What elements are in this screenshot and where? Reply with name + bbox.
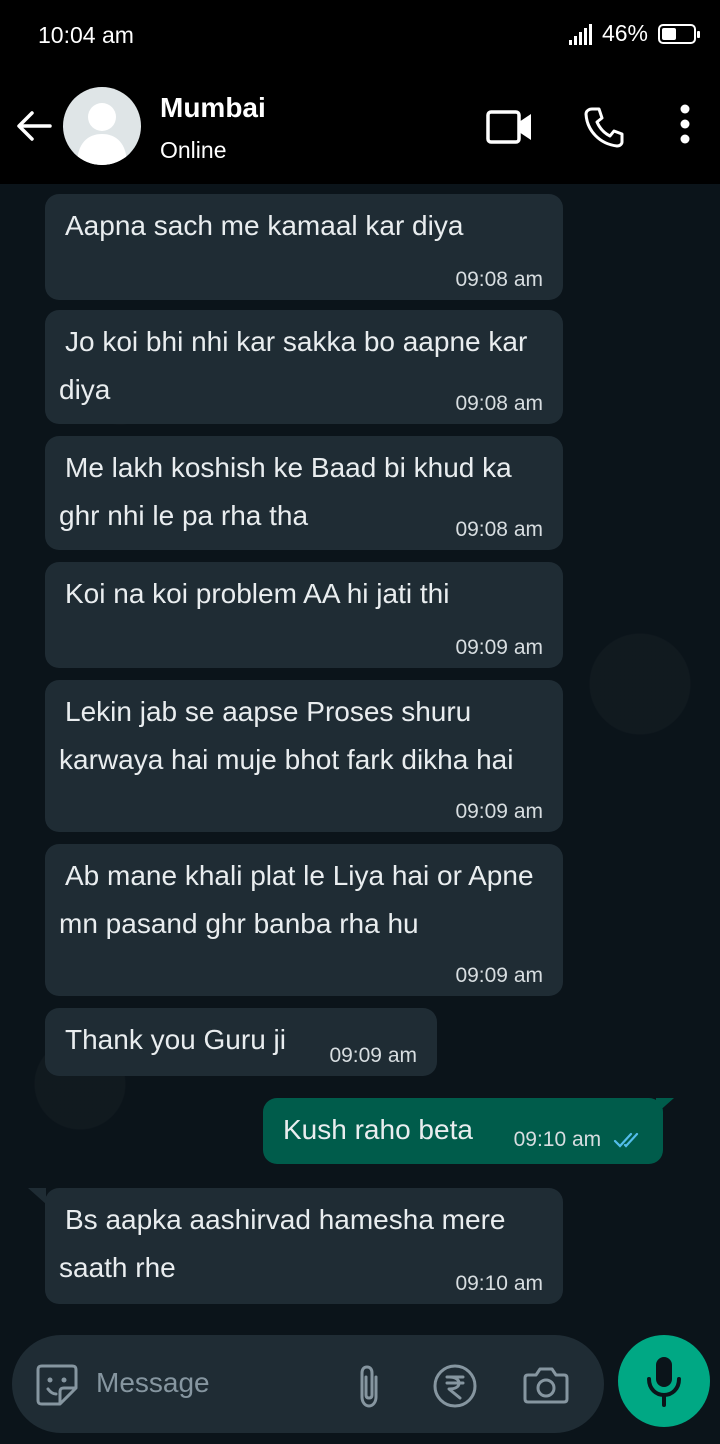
rupee-payment-icon[interactable] [432, 1363, 478, 1409]
message-time: 09:10 am [455, 1272, 543, 1295]
bubble-tail [28, 1188, 46, 1204]
message-text: Aapna sach me kamaal kar diya [65, 210, 464, 241]
message-bubble[interactable]: Jo koi bhi nhi kar sakka bo aapne kar di… [45, 310, 563, 424]
status-time: 10:04 am [38, 22, 134, 48]
sticker-icon[interactable] [34, 1362, 80, 1408]
message-time: 09:08 am [455, 518, 543, 541]
message-text: Ab mane khali plat le Liya hai or Apne m… [59, 860, 534, 939]
battery-percent: 46% [601, 20, 648, 46]
message-bubble[interactable]: Me lakh koshish ke Baad bi khud ka ghr n… [45, 436, 563, 550]
video-call-icon[interactable] [485, 108, 535, 146]
message-bubble[interactable]: Bs aapka aashirvad hamesha mere saath rh… [45, 1188, 563, 1304]
status-indicators: 46% [568, 20, 700, 47]
read-ticks-icon [613, 1133, 639, 1149]
message-time: 09:10 am [513, 1128, 602, 1151]
contact-status: Online [160, 137, 227, 163]
message-input[interactable]: Message [96, 1367, 210, 1399]
more-options-icon[interactable] [676, 102, 694, 146]
mic-icon [647, 1357, 681, 1407]
attach-icon[interactable] [354, 1363, 384, 1409]
message-time: 09:08 am [455, 268, 543, 291]
message-text: Koi na koi problem AA hi jati thi [65, 578, 450, 609]
back-arrow-icon[interactable] [14, 108, 54, 144]
message-bubble-outgoing[interactable]: Kush raho beta 09:10 am [263, 1098, 663, 1164]
signal-icon [568, 23, 592, 45]
message-text: Lekin jab se aapse Proses shuru karwaya … [59, 696, 514, 775]
message-time: 09:08 am [455, 392, 543, 415]
message-bubble[interactable]: Ab mane khali plat le Liya hai or Apne m… [45, 844, 563, 996]
message-composer[interactable]: Message [12, 1335, 604, 1433]
chat-area[interactable]: Aapna sach me kamaal kar diya 09:08 am J… [0, 184, 720, 1444]
message-bubble[interactable]: Thank you Guru ji 09:09 am [45, 1008, 437, 1076]
battery-icon [658, 23, 700, 44]
message-time: 09:09 am [329, 1044, 417, 1067]
message-bubble[interactable]: Lekin jab se aapse Proses shuru karwaya … [45, 680, 563, 832]
phone-icon[interactable] [582, 105, 626, 149]
message-time-row: 09:10 am [514, 1128, 645, 1152]
default-avatar-icon [77, 103, 127, 165]
message-time: 09:09 am [455, 964, 543, 987]
status-bar: 10:04 am 46% [0, 0, 720, 72]
voice-message-button[interactable] [618, 1335, 710, 1427]
avatar[interactable] [63, 87, 141, 165]
chat-header: Mumbai Online [0, 72, 720, 184]
message-time: 09:09 am [455, 800, 543, 823]
camera-icon[interactable] [522, 1365, 570, 1405]
message-time: 09:09 am [455, 636, 543, 659]
contact-name[interactable]: Mumbai [160, 92, 266, 124]
message-bubble[interactable]: Aapna sach me kamaal kar diya 09:08 am [45, 194, 563, 300]
message-bubble[interactable]: Koi na koi problem AA hi jati thi 09:09 … [45, 562, 563, 668]
